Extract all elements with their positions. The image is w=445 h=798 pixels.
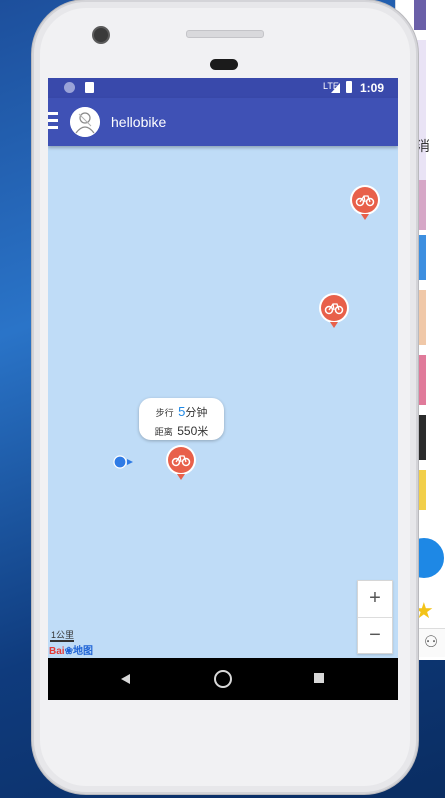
sd-card-icon — [85, 82, 94, 93]
status-time: 1:09 — [360, 81, 385, 95]
logo-text-map: 地图 — [72, 646, 93, 657]
background-thumbnail — [414, 0, 426, 30]
walk-unit: 分钟 — [185, 407, 208, 419]
back-icon[interactable] — [121, 674, 130, 684]
proximity-sensor — [210, 59, 238, 70]
distance-value: 550 — [177, 424, 198, 438]
zoom-in-button[interactable]: + — [358, 581, 392, 618]
app-title: hellobike — [111, 114, 167, 130]
bike-marker-icon[interactable] — [348, 184, 382, 224]
bike-marker-icon[interactable] — [317, 292, 351, 332]
logo-text: Bai — [49, 646, 65, 657]
user-location-icon — [113, 455, 133, 469]
map-view[interactable]: 步行 5分钟 距离 550米 + − 1公里 Bai❀地图 — [48, 146, 398, 658]
notification-icon — [64, 82, 75, 93]
paw-icon: ❀ — [64, 646, 73, 657]
avatar[interactable] — [70, 107, 100, 137]
walk-label: 步行 — [155, 408, 174, 418]
distance-unit: 米 — [197, 426, 209, 438]
bike-marker-icon[interactable] — [164, 444, 198, 484]
zoom-controls: + − — [357, 580, 393, 654]
signal-icon — [331, 83, 340, 93]
menu-icon[interactable] — [48, 112, 58, 132]
add-user-icon[interactable]: ⚇ — [416, 628, 445, 657]
avatar-icon — [70, 107, 100, 137]
walk-time-row: 步行 5分钟 — [139, 403, 224, 421]
battery-icon — [346, 81, 352, 93]
front-camera — [92, 26, 110, 44]
recents-icon[interactable] — [314, 673, 324, 683]
home-icon[interactable] — [214, 670, 232, 688]
phone-screen: LTE 1:09 hellobike 步行 5分钟 距离 550米 + − 1公… — [48, 78, 398, 700]
zoom-out-button[interactable]: − — [358, 618, 392, 654]
earpiece-speaker — [186, 30, 264, 38]
background-text: 消 — [416, 138, 430, 154]
status-bar: LTE 1:09 — [48, 78, 398, 98]
navigation-bar — [48, 658, 398, 700]
walk-info-popup: 步行 5分钟 距离 550米 — [139, 398, 224, 440]
distance-row: 距离 550米 — [139, 422, 224, 440]
app-bar: hellobike — [48, 98, 398, 146]
baidu-map-logo: Bai❀地图 — [49, 642, 93, 657]
distance-label: 距离 — [154, 427, 173, 437]
